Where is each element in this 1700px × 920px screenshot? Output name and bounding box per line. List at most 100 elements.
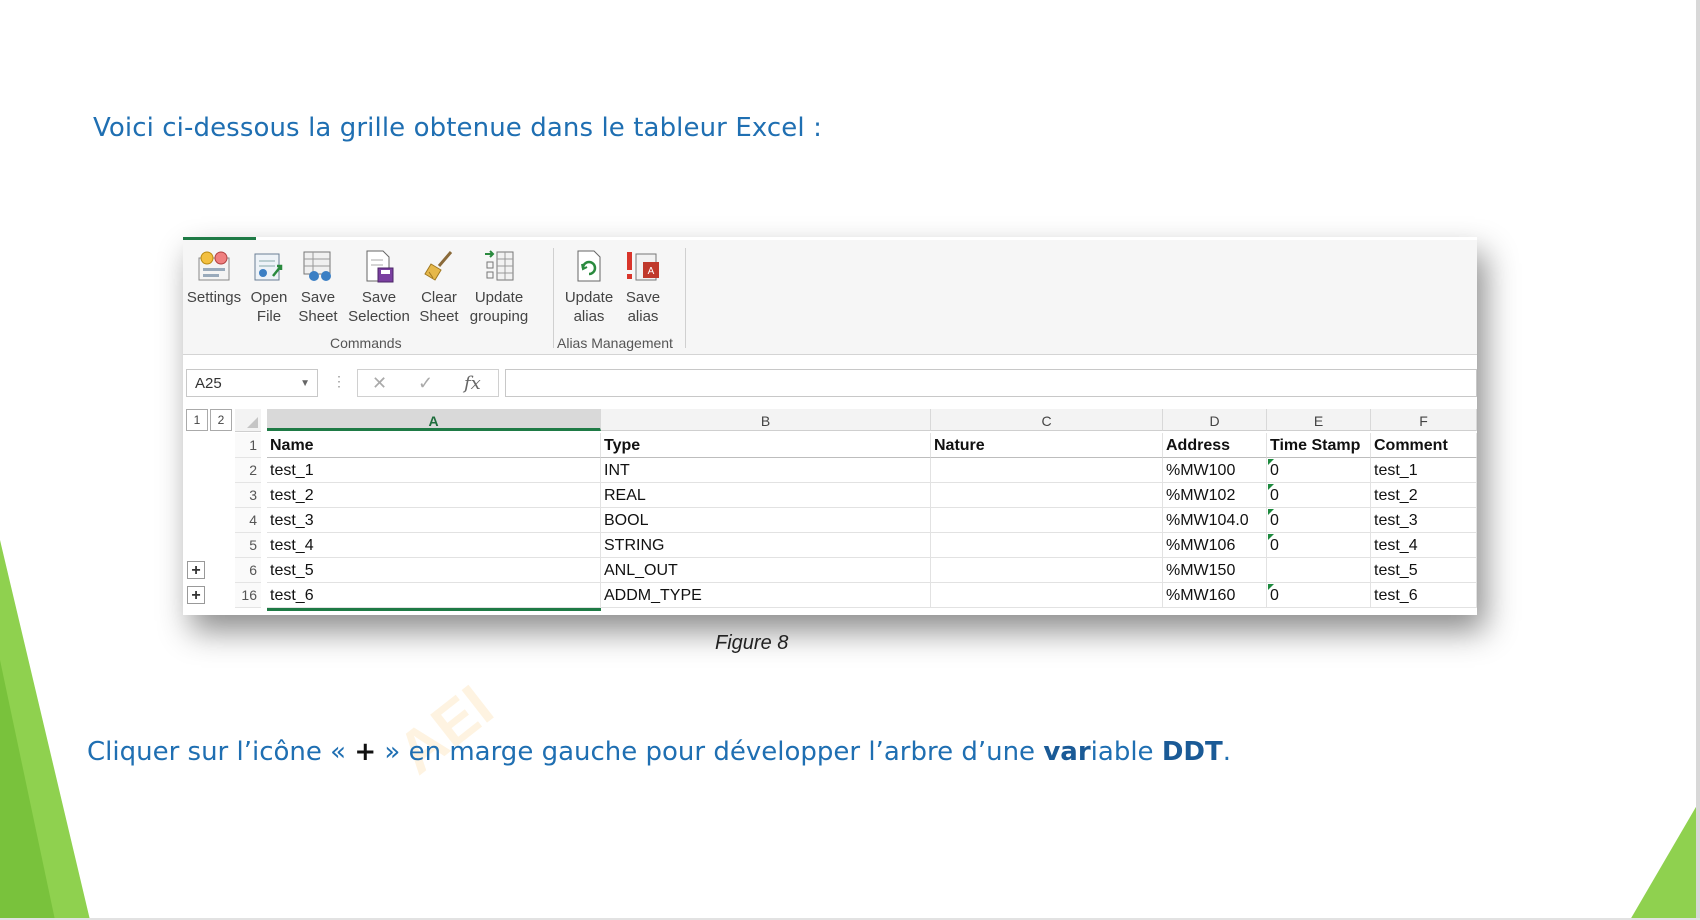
row-number[interactable]: 6	[235, 558, 261, 583]
cell-name[interactable]: test_2	[267, 483, 601, 508]
header-cell-type[interactable]: Type	[601, 433, 931, 458]
cell-comment[interactable]: test_6	[1371, 583, 1477, 608]
column-header-a[interactable]: A	[267, 409, 601, 431]
outline-level-buttons: 12	[186, 409, 234, 431]
row-number[interactable]: 2	[235, 458, 261, 483]
cell-comment[interactable]: test_4	[1371, 533, 1477, 558]
row-number[interactable]: 4	[235, 508, 261, 533]
column-header-f[interactable]: F	[1371, 409, 1477, 431]
figure-caption: Figure 8	[715, 632, 789, 654]
svg-text:A: A	[648, 266, 655, 277]
update-grouping-button[interactable]: Update grouping	[466, 248, 532, 326]
column-header-e[interactable]: E	[1267, 409, 1371, 431]
header-cell-name[interactable]: Name	[267, 433, 601, 458]
cell-time-stamp[interactable]: 0	[1267, 508, 1371, 533]
cell-name[interactable]: test_6	[267, 583, 601, 608]
cell-time-stamp[interactable]	[1267, 558, 1371, 583]
header-cell-comment[interactable]: Comment	[1371, 433, 1477, 458]
table-row: 3 test_2 REAL %MW102 0 test_2	[183, 483, 1477, 508]
row-number[interactable]: 5	[235, 533, 261, 558]
save-alias-icon: A	[627, 252, 659, 281]
group-label-alias-management: Alias Management	[557, 335, 673, 351]
check-icon[interactable]: ✓	[418, 373, 433, 394]
table-row: 2 test_1 INT %MW100 0 test_1	[183, 458, 1477, 483]
table-row: +6 test_5 ANL_OUT %MW150 test_5	[183, 558, 1477, 583]
settings-button[interactable]: Settings	[186, 248, 242, 307]
cell-time-stamp[interactable]: 0	[1267, 533, 1371, 558]
expand-row-icon[interactable]: +	[187, 586, 205, 604]
column-header-d[interactable]: D	[1163, 409, 1267, 431]
more-dots-icon: ⋮	[332, 373, 346, 389]
chevron-down-icon[interactable]: ▼	[300, 370, 310, 398]
watermark: AEI	[384, 672, 506, 787]
cell-name[interactable]: test_3	[267, 508, 601, 533]
cell-time-stamp[interactable]: 0	[1267, 583, 1371, 608]
cell-nature[interactable]	[931, 558, 1163, 583]
instruction-text: Cliquer sur l’icône « + » en marge gauch…	[87, 737, 1231, 767]
cell-comment[interactable]: test_1	[1371, 458, 1477, 483]
header-cell-address[interactable]: Address	[1163, 433, 1267, 458]
row-number[interactable]: 3	[235, 483, 261, 508]
table-row: +16 test_6 ADDM_TYPE %MW160 0 test_6	[183, 583, 1477, 608]
clear-sheet-button[interactable]: Clear Sheet	[416, 248, 462, 326]
column-header-b[interactable]: B	[601, 409, 931, 431]
cell-comment[interactable]: test_3	[1371, 508, 1477, 533]
outline-level-1-button[interactable]: 1	[186, 409, 208, 431]
cell-type[interactable]: ADDM_TYPE	[601, 583, 931, 608]
expand-row-icon[interactable]: +	[187, 561, 205, 579]
cell-nature[interactable]	[931, 533, 1163, 558]
cell-time-stamp[interactable]: 0	[1267, 458, 1371, 483]
formula-bar: A25 ▼ ⋮ ✕ ✓ fx	[183, 365, 1477, 401]
cell-type[interactable]: REAL	[601, 483, 931, 508]
refresh-doc-icon	[577, 250, 601, 282]
outline-level-2-button[interactable]: 2	[210, 409, 232, 431]
table-row: 4 test_3 BOOL %MW104.0 0 test_3	[183, 508, 1477, 533]
open-file-button[interactable]: Open File	[247, 248, 291, 326]
open-file-icon	[254, 253, 283, 281]
cell-nature[interactable]	[931, 483, 1163, 508]
cell-time-stamp[interactable]: 0	[1267, 483, 1371, 508]
header-cell-nature[interactable]: Nature	[931, 433, 1163, 458]
green-corner-shape-left	[0, 540, 90, 920]
table-row: 5 test_4 STRING %MW106 0 test_4	[183, 533, 1477, 558]
name-box[interactable]: A25 ▼	[186, 369, 318, 397]
cell-nature[interactable]	[931, 458, 1163, 483]
row-number[interactable]: 1	[235, 433, 261, 458]
cell-type[interactable]: STRING	[601, 533, 931, 558]
cell-address[interactable]: %MW106	[1163, 533, 1267, 558]
save-sheet-icon	[303, 251, 331, 281]
header-cell-time-stamp[interactable]: Time Stamp	[1267, 433, 1371, 458]
save-selection-button[interactable]: Save Selection	[345, 248, 413, 326]
group-separator	[553, 248, 554, 348]
cell-address[interactable]: %MW160	[1163, 583, 1267, 608]
cell-address[interactable]: %MW104.0	[1163, 508, 1267, 533]
cell-name[interactable]: test_5	[267, 558, 601, 583]
row-number[interactable]: 16	[235, 583, 261, 608]
cell-nature[interactable]	[931, 583, 1163, 608]
cancel-icon[interactable]: ✕	[372, 373, 387, 394]
cell-name[interactable]: test_1	[267, 458, 601, 483]
cell-comment[interactable]: test_5	[1371, 558, 1477, 583]
broom-icon	[424, 251, 453, 281]
cell-address[interactable]: %MW150	[1163, 558, 1267, 583]
formula-buttons: ✕ ✓ fx	[357, 369, 499, 397]
column-header-c[interactable]: C	[931, 409, 1163, 431]
cell-type[interactable]: ANL_OUT	[601, 558, 931, 583]
formula-input[interactable]	[505, 369, 1477, 397]
cell-type[interactable]: BOOL	[601, 508, 931, 533]
cell-address[interactable]: %MW100	[1163, 458, 1267, 483]
ribbon: Settings Open File Save Sheet Save Selec…	[183, 240, 1477, 355]
cell-comment[interactable]: test_2	[1371, 483, 1477, 508]
group-label-commands: Commands	[330, 335, 402, 351]
error-indicator-icon	[1268, 509, 1274, 515]
save-sheet-button[interactable]: Save Sheet	[295, 248, 341, 326]
update-alias-button[interactable]: Update alias	[561, 248, 617, 326]
function-icon[interactable]: fx	[464, 373, 481, 394]
cell-nature[interactable]	[931, 508, 1163, 533]
error-indicator-icon	[1268, 459, 1274, 465]
cell-type[interactable]: INT	[601, 458, 931, 483]
select-all-corner[interactable]	[235, 409, 261, 432]
cell-address[interactable]: %MW102	[1163, 483, 1267, 508]
save-alias-button[interactable]: A Save alias	[620, 248, 666, 326]
cell-name[interactable]: test_4	[267, 533, 601, 558]
